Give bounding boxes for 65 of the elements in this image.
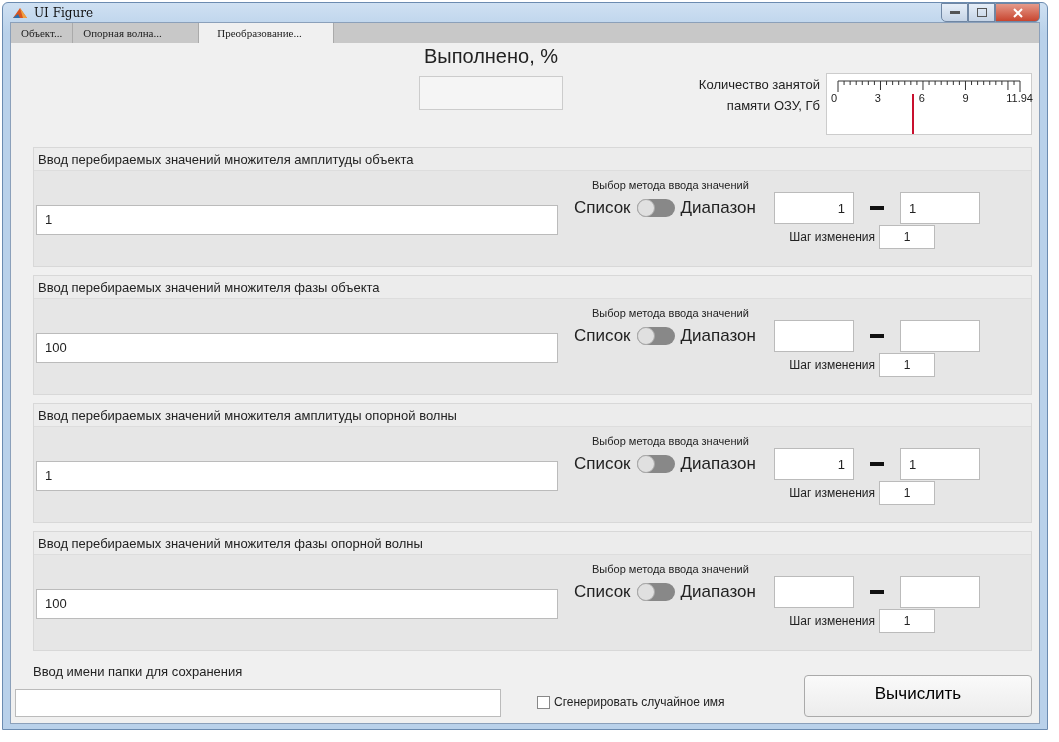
maximize-icon: [976, 8, 987, 17]
toggle-label: Список: [574, 198, 631, 218]
list-field[interactable]: 100: [36, 588, 558, 619]
range-from-field[interactable]: 1: [773, 448, 854, 480]
range-to-field[interactable]: [899, 320, 980, 352]
gauge-tick-label: 9: [962, 92, 969, 104]
step-field[interactable]: 1: [879, 481, 935, 505]
tab[interactable]: Преобразование...: [199, 23, 335, 43]
step-label: Шаг изменения: [789, 614, 875, 628]
panel-title: Ввод перебираемых значений множителя амплитуды объекта: [38, 151, 414, 167]
dash-icon: [869, 590, 884, 594]
toggle-label: Диапазон: [680, 582, 756, 602]
toggle-label: Диапазон: [680, 454, 756, 474]
toggle-label: Список: [574, 582, 631, 602]
method-label: Выбор метода ввода значений: [592, 179, 749, 191]
panel-title: Ввод перебираемых значений множителя фазы опорной волны: [38, 535, 423, 551]
method-label: Выбор метода ввода значений: [592, 563, 749, 575]
range-to-field[interactable]: [899, 576, 980, 608]
memory-label: Количество занятой: [698, 77, 820, 92]
range-to-field[interactable]: 1: [899, 192, 980, 224]
maximize-button[interactable]: [968, 3, 995, 22]
gauge-tick-label: 0: [831, 92, 838, 104]
method-label: Выбор метода ввода значений: [592, 307, 749, 319]
gauge-tick-label: 11.94: [1006, 92, 1033, 104]
close-icon: [1012, 7, 1023, 18]
panel-title: Ввод перебираемых значений множителя амплитуды опорной волны: [38, 407, 457, 423]
step-label: Шаг изменения: [789, 358, 875, 372]
toggle-label: Список: [574, 326, 631, 346]
step-label: Шаг изменения: [789, 230, 875, 244]
range-from-field[interactable]: [773, 576, 854, 608]
window-title: UI Figure: [34, 5, 94, 20]
step-field[interactable]: 1: [879, 353, 935, 377]
compute-button[interactable]: Вычислить: [804, 675, 1032, 717]
toggle-switch[interactable]: [636, 199, 675, 217]
gauge-tick-label: 3: [874, 92, 881, 104]
toggle-switch[interactable]: [636, 583, 675, 601]
toggle-switch[interactable]: [636, 327, 675, 345]
step-field[interactable]: 1: [879, 225, 935, 249]
panel-title: Ввод перебираемых значений множителя фазы объекта: [38, 279, 380, 295]
step-field[interactable]: 1: [879, 609, 935, 633]
range-from-field[interactable]: [773, 320, 854, 352]
gauge-tick-label: 6: [918, 92, 925, 104]
range-from-field[interactable]: 1: [773, 192, 854, 224]
checkbox[interactable]: [537, 695, 550, 709]
checkbox-label: Сгенерировать случайное имя: [554, 695, 725, 709]
dash-icon: [869, 334, 884, 338]
minimize-button[interactable]: [941, 3, 968, 22]
close-button[interactable]: [995, 3, 1040, 22]
memory-label: памяти ОЗУ, Гб: [726, 98, 820, 113]
dash-icon: [869, 206, 884, 210]
list-field[interactable]: 1: [36, 204, 558, 235]
folder-field[interactable]: [15, 689, 501, 717]
list-field[interactable]: 1: [36, 460, 558, 491]
dash-icon: [869, 462, 884, 466]
folder-label: Ввод имени папки для сохранения: [33, 664, 244, 679]
toggle-label: Диапазон: [680, 198, 756, 218]
range-to-field[interactable]: 1: [899, 448, 980, 480]
toggle-label: Список: [574, 454, 631, 474]
method-label: Выбор метода ввода значений: [592, 435, 749, 447]
toggle-label: Диапазон: [680, 326, 756, 346]
step-label: Шаг изменения: [789, 486, 875, 500]
toggle-switch[interactable]: [636, 455, 675, 473]
minimize-icon: [949, 10, 960, 15]
progress-label: Выполнено, %: [423, 45, 559, 68]
list-field[interactable]: 100: [36, 332, 558, 363]
